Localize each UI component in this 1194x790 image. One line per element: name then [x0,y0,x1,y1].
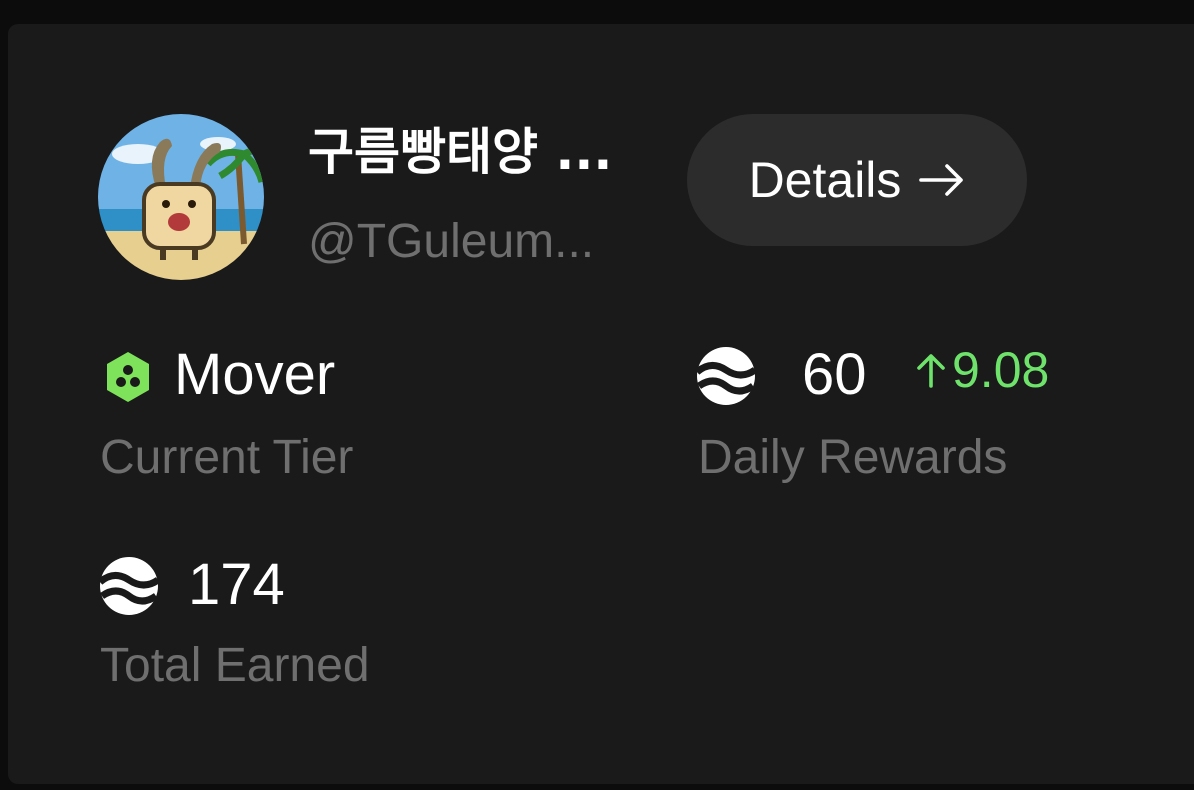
total-earned-label: Total Earned [100,639,370,692]
tier-badge-icon [107,352,149,402]
avatar[interactable] [98,114,264,280]
tier-label: Current Tier [100,431,354,484]
arrow-up-icon [917,354,945,388]
tier-value: Mover [174,342,336,407]
daily-rewards-change: 9.08 [914,340,1049,400]
daily-rewards-change-value: 9.08 [952,342,1050,398]
total-earned-value: 174 [188,552,285,617]
token-icon [695,347,757,405]
daily-rewards-value: 60 [802,342,867,407]
avatar-image [98,114,264,280]
profile-display-name: 구름빵태양 ... [308,123,613,181]
token-icon [98,557,160,615]
details-button[interactable]: Details [687,114,1027,246]
profile-handle: @TGuleum... [308,215,595,268]
arrow-right-icon [919,163,965,197]
details-button-label: Details [748,152,902,208]
daily-rewards-label: Daily Rewards [698,431,1008,484]
